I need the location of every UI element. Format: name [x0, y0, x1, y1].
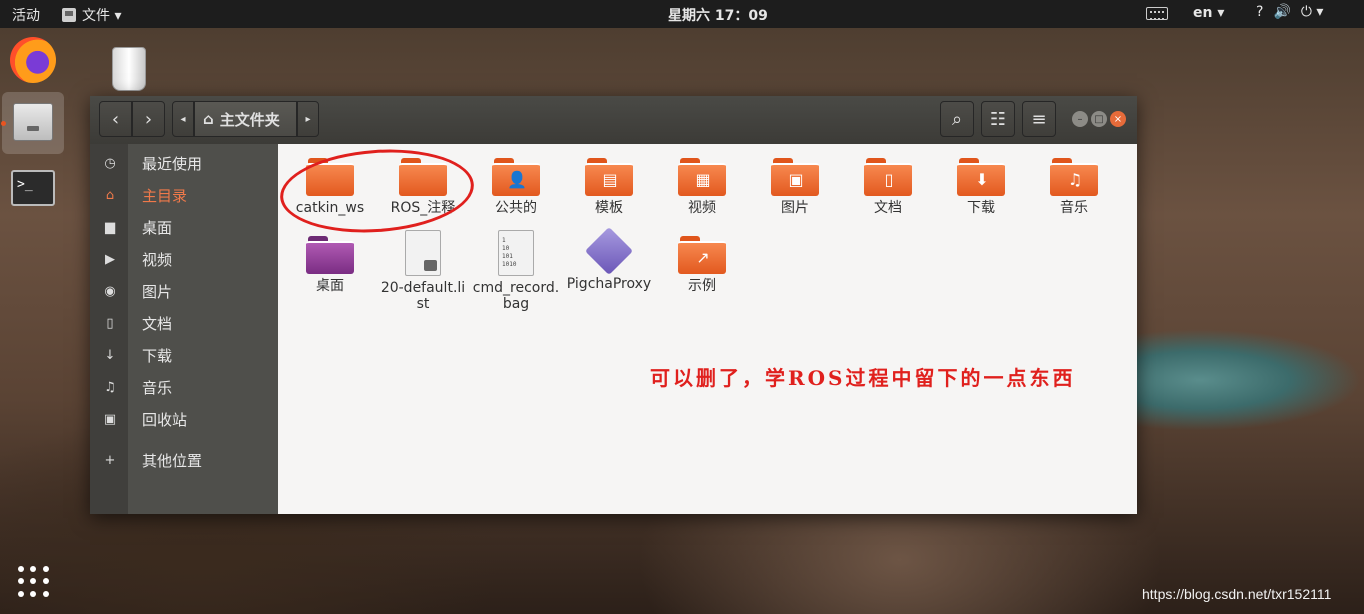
music-folder-icon: ♫ — [1050, 158, 1098, 196]
sidebar-item-music[interactable]: ♫ 音乐 — [90, 372, 278, 402]
file-item[interactable]: ▯ 文档 — [844, 158, 932, 216]
running-indicator — [1, 121, 6, 126]
activities-button[interactable]: 活动 — [12, 5, 40, 25]
show-applications-icon[interactable] — [18, 566, 50, 598]
file-item[interactable]: 桌面 — [286, 236, 374, 294]
file-item[interactable]: ▤ 模板 — [565, 158, 653, 216]
view-toggle-button[interactable]: ☷ — [981, 101, 1015, 137]
examples-folder-icon: ↗ — [678, 236, 726, 274]
app-menu-label: 文件 ▾ — [82, 8, 122, 24]
public-folder-icon: 👤 — [492, 158, 540, 196]
path-home-button[interactable]: ⌂ 主文件夹 — [194, 101, 297, 137]
path-scroll-left[interactable]: ◂ — [172, 101, 194, 137]
clock[interactable]: 星期六 17：09 — [668, 5, 768, 25]
pictures-folder-icon: ▣ — [771, 158, 819, 196]
file-item[interactable]: ↗ 示例 — [658, 236, 746, 294]
language-selector[interactable]: en ▾ — [1193, 5, 1224, 21]
header-bar: ‹ › ◂ ⌂ 主文件夹 ▸ ⌕ ☷ ≡ – □ × — [90, 96, 1137, 144]
list-view-icon: ☷ — [989, 108, 1007, 130]
file-item[interactable]: ⬇ 下载 — [937, 158, 1025, 216]
sidebar-item-home[interactable]: ⌂ 主目录 — [90, 180, 278, 210]
clock-icon: ◷ — [104, 155, 116, 171]
sidebar-item-recent[interactable]: ◷ 最近使用 — [90, 148, 278, 178]
annotation-text: 可以删了，学ROS过程中留下的一点东西 — [650, 366, 1076, 390]
document-icon: ▯ — [106, 315, 114, 331]
menu-button[interactable]: ≡ — [1022, 101, 1056, 137]
power-icon[interactable]: ⏻ ▾ — [1301, 4, 1324, 20]
file-manager-window: ‹ › ◂ ⌂ 主文件夹 ▸ ⌕ ☷ ≡ – □ × ◷ 最近使用 ⌂ 主目录 … — [90, 96, 1137, 514]
home-icon: ⌂ — [105, 187, 115, 203]
file-item[interactable]: ♫ 音乐 — [1030, 158, 1118, 216]
sidebar-item-downloads[interactable]: ↓ 下载 — [90, 340, 278, 370]
system-tray[interactable]: ? 🔊 ⏻ ▾ — [1256, 4, 1323, 20]
desktop-folder-icon — [306, 236, 354, 274]
downloads-folder-icon: ⬇ — [957, 158, 1005, 196]
file-item[interactable]: 👤 公共的 — [472, 158, 560, 216]
templates-folder-icon: ▤ — [585, 158, 633, 196]
folder-icon: ▆ — [105, 219, 115, 235]
forward-button[interactable]: › — [132, 101, 165, 137]
files-app-icon — [62, 8, 76, 22]
file-item[interactable]: ▣ 图片 — [751, 158, 839, 216]
music-icon: ♫ — [104, 379, 116, 395]
hamburger-icon: ≡ — [1031, 108, 1047, 130]
minimize-button[interactable]: – — [1072, 111, 1088, 127]
path-home-label: 主文件夹 — [219, 110, 280, 129]
search-button[interactable]: ⌕ — [940, 101, 974, 137]
sidebar-item-videos[interactable]: ▶ 视频 — [90, 244, 278, 274]
search-icon: ⌕ — [951, 108, 963, 130]
close-button[interactable]: × — [1110, 111, 1126, 127]
chevron-left-icon: ‹ — [111, 108, 120, 130]
sidebar: ◷ 最近使用 ⌂ 主目录 ▆ 桌面 ▶ 视频 ◉ 图片 ▯ 文档 ↓ 下载 ♫ — [90, 144, 278, 514]
keyboard-icon[interactable] — [1146, 7, 1168, 20]
locked-document-icon — [405, 230, 441, 276]
video-icon: ▶ — [105, 251, 115, 267]
watermark: https://blog.csdn.net/txr152111 — [1142, 586, 1332, 602]
file-item[interactable]: 1 10 101 1010 cmd_record.bag — [472, 230, 560, 312]
sidebar-item-trash[interactable]: ▣ 回收站 — [90, 404, 278, 434]
videos-folder-icon: ▦ — [678, 158, 726, 196]
plus-icon: + — [104, 452, 116, 468]
help-icon[interactable]: ? — [1256, 4, 1263, 20]
trash-desktop-icon[interactable] — [112, 47, 146, 91]
trash-icon: ▣ — [103, 411, 117, 427]
back-button[interactable]: ‹ — [99, 101, 132, 137]
file-item[interactable]: 20-default.list — [379, 230, 467, 312]
sidebar-item-desktop[interactable]: ▆ 桌面 — [90, 212, 278, 242]
file-item[interactable]: ▦ 视频 — [658, 158, 746, 216]
volume-icon[interactable]: 🔊 — [1273, 4, 1290, 20]
sidebar-item-pictures[interactable]: ◉ 图片 — [90, 276, 278, 306]
maximize-button[interactable]: □ — [1091, 111, 1107, 127]
file-item[interactable]: PigchaProxy — [565, 226, 653, 292]
download-icon: ↓ — [104, 347, 116, 363]
terminal-icon[interactable]: >_ — [11, 170, 55, 206]
path-scroll-right[interactable]: ▸ — [297, 101, 319, 137]
binary-file-icon: 1 10 101 1010 — [498, 230, 534, 276]
sidebar-item-documents[interactable]: ▯ 文档 — [90, 308, 278, 338]
app-menu[interactable]: 文件 ▾ — [62, 5, 121, 25]
firefox-icon[interactable] — [10, 37, 56, 83]
documents-folder-icon: ▯ — [864, 158, 912, 196]
files-dock-icon[interactable] — [1, 92, 64, 154]
application-icon — [584, 226, 634, 276]
file-cabinet-icon — [13, 103, 53, 141]
file-grid: catkin_ws ROS_注释 👤 公共的 ▤ 模板 ▦ 视频 ▣ 图片 ▯ … — [277, 143, 1137, 514]
home-icon: ⌂ — [203, 110, 214, 128]
camera-icon: ◉ — [104, 283, 116, 299]
sidebar-item-other-locations[interactable]: + 其他位置 — [90, 445, 278, 475]
chevron-right-icon: › — [144, 108, 153, 130]
top-bar: 活动 文件 ▾ 星期六 17：09 en ▾ ? 🔊 ⏻ ▾ — [0, 0, 1364, 28]
